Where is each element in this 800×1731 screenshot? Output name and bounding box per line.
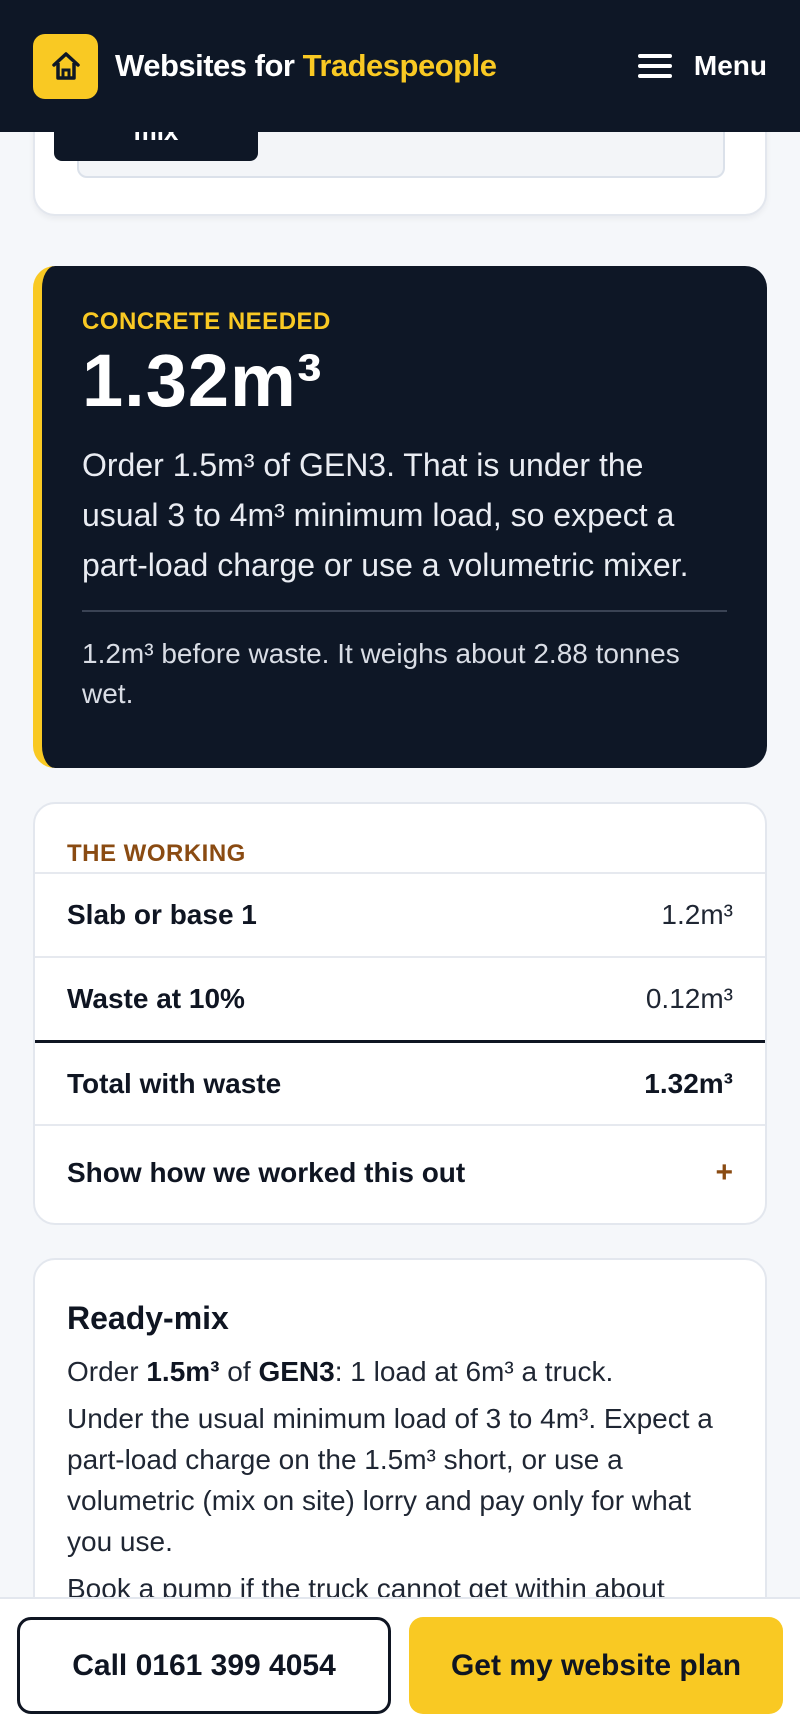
call-label: Call 0161 399 4054: [72, 1648, 336, 1682]
order-amount: 1.5m³: [146, 1356, 220, 1387]
readymix-note: Under the usual minimum load of 3 to 4m³…: [67, 1403, 713, 1557]
row-value: 1.2m³: [661, 899, 733, 930]
result-advice: Order 1.5m³ of GEN3. That is under the u…: [82, 446, 689, 583]
house-icon: [51, 52, 80, 80]
table-row: Waste at 10% 0.12m³: [35, 956, 765, 1040]
menu-button[interactable]: Menu: [637, 50, 767, 82]
row-value: 0.12m³: [645, 983, 733, 1014]
total-row: Total with waste 1.32m³: [35, 1040, 765, 1124]
show-working-label: Show how we worked this out: [67, 1157, 466, 1188]
hamburger-icon: [637, 54, 672, 78]
sticky-cta-bar: Call 0161 399 4054 Get my website plan: [0, 1597, 800, 1731]
brand-name[interactable]: Websites for Tradespeople: [115, 48, 497, 84]
result-card: CONCRETE NEEDED 1.32m³ Order 1.5m³ of GE…: [33, 266, 767, 768]
site-header: Websites for Tradespeople Menu: [0, 0, 800, 132]
total-value: 1.32m³: [644, 1067, 733, 1099]
call-button[interactable]: Call 0161 399 4054: [17, 1617, 391, 1714]
readymix-order: Order 1.5m³ of GEN3: 1 load at 6m³ a tru…: [67, 1351, 733, 1392]
order-suffix: : 1 load at 6m³ a truck.: [334, 1356, 614, 1387]
row-label: Slab or base 1: [67, 899, 257, 930]
logo[interactable]: [33, 33, 98, 99]
brand-prefix: Websites for: [115, 48, 303, 83]
order-of: of: [219, 1356, 259, 1387]
result-detail: 1.2m³ before waste. It weighs about 2.88…: [82, 637, 680, 709]
working-card: THE WORKING Slab or base 1 1.2m³ Waste a…: [33, 802, 767, 1225]
divider: [82, 609, 727, 612]
order-mix: GEN3: [258, 1356, 335, 1387]
plus-icon: +: [715, 1156, 733, 1189]
website-plan-button[interactable]: Get my website plan: [409, 1617, 783, 1714]
working-title: THE WORKING: [67, 840, 246, 867]
plan-label: Get my website plan: [450, 1648, 742, 1682]
result-kicker: CONCRETE NEEDED: [82, 308, 331, 335]
total-label: Total with waste: [67, 1067, 282, 1099]
show-working-toggle[interactable]: Show how we worked this out +: [35, 1124, 765, 1220]
result-amount: 1.32m³: [82, 339, 323, 422]
menu-label: Menu: [693, 50, 767, 81]
brand-accent: Tradespeople: [302, 48, 497, 83]
table-row: Slab or base 1 1.2m³: [35, 872, 765, 956]
readymix-title: Ready-mix: [67, 1300, 229, 1336]
row-label: Waste at 10%: [67, 983, 245, 1014]
order-prefix: Order: [67, 1356, 147, 1387]
